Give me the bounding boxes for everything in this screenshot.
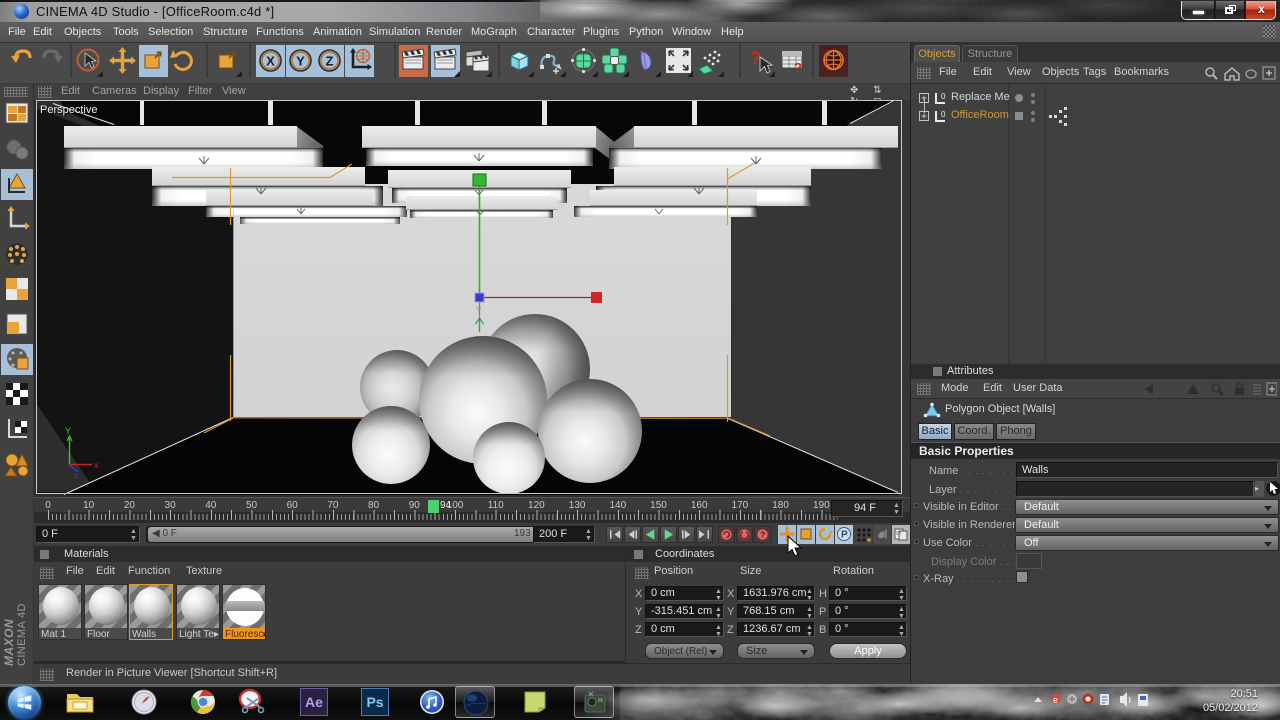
svg-text:Y: Y [65, 426, 71, 436]
svg-text:?: ? [794, 60, 802, 75]
svg-text:Y: Y [476, 305, 482, 315]
svg-text:Y: Y [296, 54, 305, 69]
svg-text:?: ? [760, 529, 765, 539]
svg-text:?: ? [750, 48, 761, 68]
svg-text:0: 0 [941, 110, 946, 119]
svg-text:0: 0 [941, 92, 946, 101]
svg-text:Z: Z [326, 54, 334, 69]
svg-text:e: e [1053, 695, 1058, 705]
svg-text:X: X [266, 54, 275, 69]
svg-text:x: x [94, 460, 99, 470]
svg-text:P: P [841, 530, 848, 541]
svg-text:z: z [74, 471, 78, 480]
